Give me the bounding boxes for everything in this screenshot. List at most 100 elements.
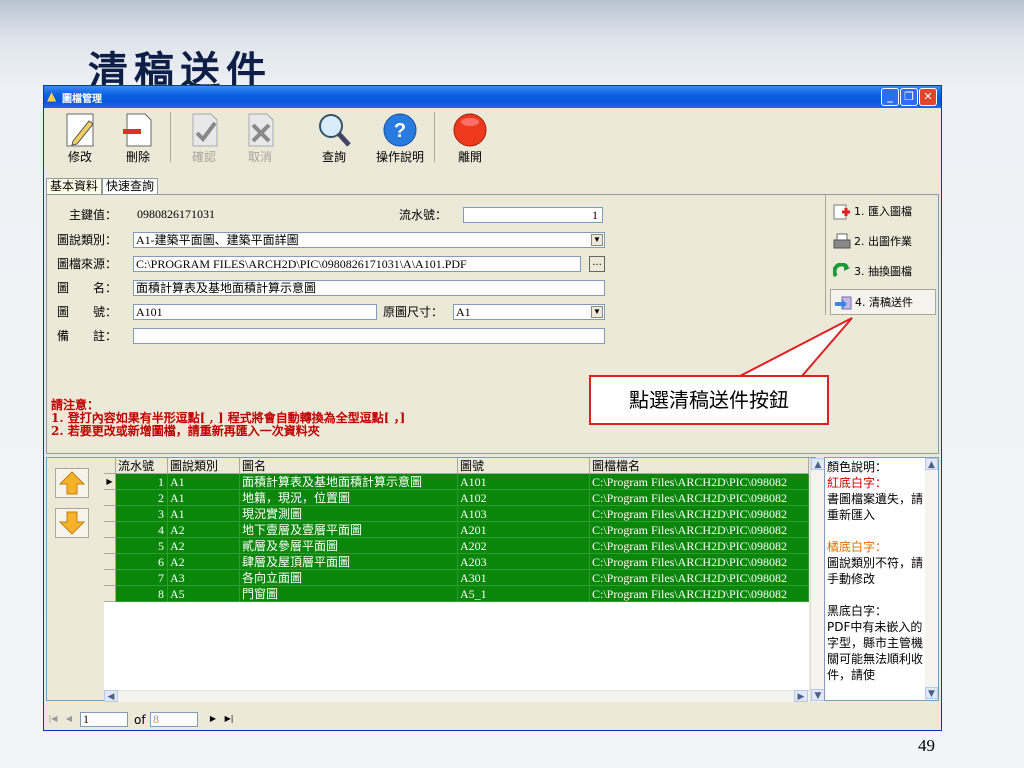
table-cell[interactable]: 5 xyxy=(116,538,168,554)
maximize-button[interactable]: ❐ xyxy=(900,88,918,106)
table-cell[interactable]: C:\Program Files\ARCH2D\PIC\098082 xyxy=(590,538,809,554)
column-header[interactable]: 圖名 xyxy=(240,458,458,474)
table-row[interactable]: 7 A3 各向立面圖 A301 C:\Program Files\ARCH2D\PIC\… xyxy=(104,570,809,586)
table-cell[interactable]: 門窗圖 xyxy=(240,586,458,602)
number-field[interactable]: A101 xyxy=(133,304,377,320)
chevron-down-icon[interactable]: ▼ xyxy=(925,687,938,699)
tab-basic-info[interactable]: 基本資料 xyxy=(46,178,103,194)
table-cell[interactable]: C:\Program Files\ARCH2D\PIC\098082 xyxy=(590,586,809,602)
table-cell[interactable]: A2 xyxy=(168,538,240,554)
first-record-button[interactable]: |◀ xyxy=(46,712,60,726)
table-cell[interactable]: C:\Program Files\ARCH2D\PIC\098082 xyxy=(590,490,809,506)
category-select[interactable]: A1-建築平面圖、建築平面詳圖 ▼ xyxy=(133,232,605,248)
table-cell[interactable]: C:\Program Files\ARCH2D\PIC\098082 xyxy=(590,522,809,538)
table-row[interactable]: 5 A2 貳層及參層平面圖 A202 C:\Program Files\ARCH2D\P… xyxy=(104,538,809,554)
table-cell[interactable]: 各向立面圖 xyxy=(240,570,458,586)
table-header-row[interactable]: 流水號 圖說類別 圖名 圖號 圖檔檔名 xyxy=(104,458,809,474)
close-button[interactable]: ✕ xyxy=(919,88,937,106)
table-cell[interactable]: 貳層及參層平面圖 xyxy=(240,538,458,554)
chevron-down-icon[interactable]: ▼ xyxy=(591,234,603,246)
table-cell[interactable]: A5_1 xyxy=(458,586,590,602)
chevron-down-icon[interactable]: ▼ xyxy=(811,689,825,701)
row-selector[interactable] xyxy=(104,458,116,474)
chevron-up-icon[interactable]: ▲ xyxy=(811,458,825,470)
chevron-up-icon[interactable]: ▲ xyxy=(925,458,938,470)
row-selector[interactable] xyxy=(104,522,116,538)
table-cell[interactable]: 4 xyxy=(116,522,168,538)
prev-record-button[interactable]: ◀ xyxy=(62,712,76,726)
table-cell[interactable]: A1 xyxy=(168,474,240,490)
record-position-input[interactable]: 1 xyxy=(80,712,128,727)
table-row[interactable]: 6 A2 肆層及屋頂層平面圖 A203 C:\Program Files\ARCH2D\… xyxy=(104,554,809,570)
table-row[interactable]: ▶ 1 A1 面積計算表及基地面積計算示意圖 A101 C:\Program Files\… xyxy=(104,474,809,490)
table-cell[interactable]: 2 xyxy=(116,490,168,506)
table-cell[interactable]: A1 xyxy=(168,490,240,506)
column-header[interactable]: 圖說類別 xyxy=(168,458,240,474)
delete-button[interactable]: 刪除 xyxy=(112,111,164,165)
column-header[interactable]: 圖號 xyxy=(458,458,590,474)
browse-button[interactable]: ... xyxy=(589,256,605,272)
row-selector[interactable] xyxy=(104,506,116,522)
import-button[interactable]: 1. 匯入圖檔 xyxy=(830,199,936,225)
table-cell[interactable]: C:\Program Files\ARCH2D\PIC\098082 xyxy=(590,474,809,490)
move-down-button[interactable] xyxy=(55,508,89,538)
tab-quick-search[interactable]: 快速查詢 xyxy=(102,178,159,194)
row-selector[interactable] xyxy=(104,570,116,586)
column-header[interactable]: 流水號 xyxy=(116,458,168,474)
table-cell[interactable]: 現況實測圖 xyxy=(240,506,458,522)
confirm-button[interactable]: 確認 xyxy=(178,111,230,165)
row-selector[interactable] xyxy=(104,538,116,554)
table-row[interactable]: 2 A1 地籍，現況，位置圖 A102 C:\Program Files\ARCH2D\… xyxy=(104,490,809,506)
row-selector[interactable] xyxy=(104,490,116,506)
size-select[interactable]: A1 ▼ xyxy=(453,304,605,320)
table-cell[interactable]: A1 xyxy=(168,506,240,522)
row-selector[interactable] xyxy=(104,586,116,602)
table-cell[interactable]: A3 xyxy=(168,570,240,586)
table-cell[interactable]: A2 xyxy=(168,522,240,538)
move-up-button[interactable] xyxy=(55,468,89,498)
table-cell[interactable]: A5 xyxy=(168,586,240,602)
grid-horizontal-scrollbar[interactable]: ◀ ▶ xyxy=(104,690,810,702)
query-button[interactable]: 查詢 xyxy=(308,111,360,165)
table-cell[interactable]: A201 xyxy=(458,522,590,538)
cancel-button[interactable]: 取消 xyxy=(234,111,286,165)
last-record-button[interactable]: ▶| xyxy=(222,712,236,726)
chevron-down-icon[interactable]: ▼ xyxy=(591,306,603,318)
table-cell[interactable]: 6 xyxy=(116,554,168,570)
table-cell[interactable]: 地籍，現況，位置圖 xyxy=(240,490,458,506)
help-button[interactable]: ? 操作說明 xyxy=(370,111,430,165)
table-cell[interactable]: A2 xyxy=(168,554,240,570)
name-field[interactable]: 面積計算表及基地面積計算示意圖 xyxy=(133,280,605,296)
next-record-button[interactable]: ▶ xyxy=(206,712,220,726)
table-cell[interactable]: 8 xyxy=(116,586,168,602)
source-field[interactable]: C:\PROGRAM FILES\ARCH2D\PIC\098082617103… xyxy=(133,256,581,272)
chevron-left-icon[interactable]: ◀ xyxy=(104,690,118,702)
table-cell[interactable]: A103 xyxy=(458,506,590,522)
table-cell[interactable]: 1 xyxy=(116,474,168,490)
swap-button[interactable]: 3. 抽換圖檔 xyxy=(830,259,936,285)
serial-field[interactable]: 1 xyxy=(463,207,603,223)
edit-button[interactable]: 修改 xyxy=(54,111,106,165)
table-cell[interactable]: C:\Program Files\ARCH2D\PIC\098082 xyxy=(590,554,809,570)
exit-button[interactable]: 離開 xyxy=(444,111,496,165)
print-button[interactable]: 2. 出圖作業 xyxy=(830,229,936,255)
note-field[interactable] xyxy=(133,328,605,344)
table-row[interactable]: 8 A5 門窗圖 A5_1 C:\Program Files\ARCH2D\PIC\09… xyxy=(104,586,809,602)
row-selector[interactable] xyxy=(104,554,116,570)
row-selector[interactable]: ▶ xyxy=(104,474,116,490)
table-row[interactable]: 4 A2 地下壹層及壹層平面圖 A201 C:\Program Files\ARCH2D… xyxy=(104,522,809,538)
legend-scrollbar[interactable]: ▲ ▼ xyxy=(925,458,938,700)
table-cell[interactable]: C:\Program Files\ARCH2D\PIC\098082 xyxy=(590,570,809,586)
table-cell[interactable]: C:\Program Files\ARCH2D\PIC\098082 xyxy=(590,506,809,522)
send-button[interactable]: 4. 清稿送件 xyxy=(830,289,936,315)
table-cell[interactable]: 地下壹層及壹層平面圖 xyxy=(240,522,458,538)
minimize-button[interactable]: _ xyxy=(881,88,899,106)
table-cell[interactable]: 7 xyxy=(116,570,168,586)
table-cell[interactable]: 3 xyxy=(116,506,168,522)
table-cell[interactable]: A102 xyxy=(458,490,590,506)
table-row[interactable]: 3 A1 現況實測圖 A103 C:\Program Files\ARCH2D\PIC\… xyxy=(104,506,809,522)
table-cell[interactable]: 肆層及屋頂層平面圖 xyxy=(240,554,458,570)
table-cell[interactable]: A101 xyxy=(458,474,590,490)
table-cell[interactable]: A301 xyxy=(458,570,590,586)
table-cell[interactable]: 面積計算表及基地面積計算示意圖 xyxy=(240,474,458,490)
